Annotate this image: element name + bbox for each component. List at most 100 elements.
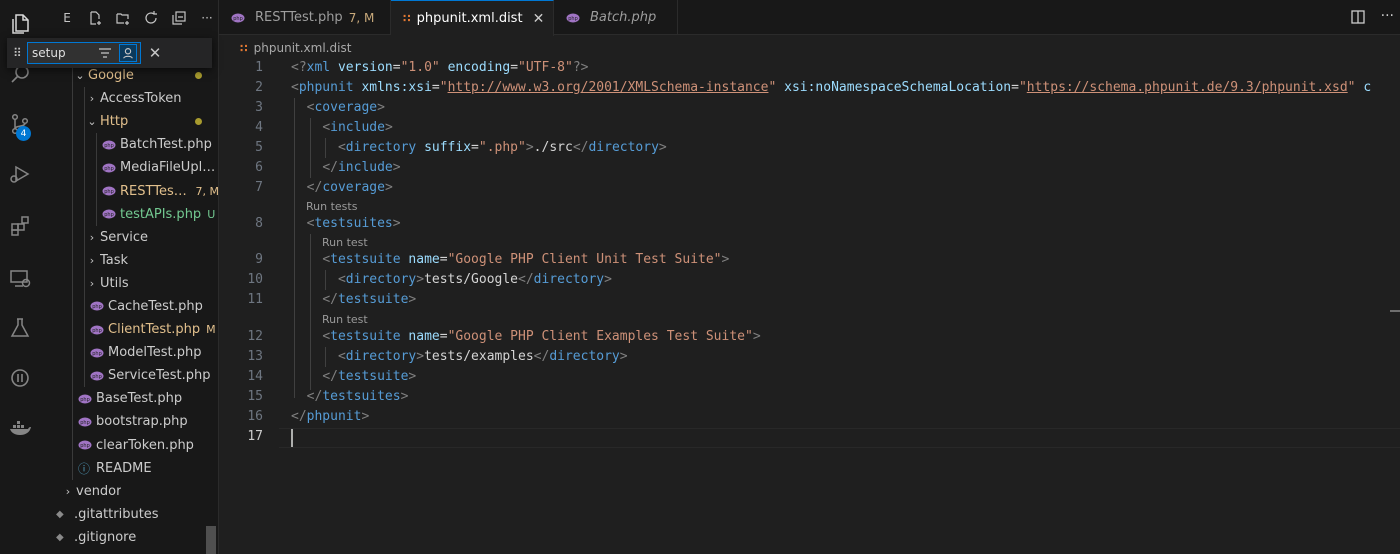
chevron-right-icon[interactable]: › — [84, 277, 100, 290]
php-icon: php — [90, 301, 108, 311]
indent-guide — [72, 87, 73, 111]
codelens-run-test[interactable]: Run test — [322, 312, 368, 328]
chevron-right-icon[interactable]: › — [84, 92, 100, 105]
indent-guide — [72, 341, 73, 365]
code-line: <testsuites> — [306, 216, 401, 231]
code-line: </phpunit> — [291, 409, 370, 424]
refresh-icon[interactable] — [142, 9, 160, 27]
tree-item-label: BatchTest.php — [120, 137, 212, 153]
tree-item-label: RESTTest.... — [120, 183, 190, 199]
tree-item-clienttest[interactable]: php ClientTest.php M — [40, 318, 218, 342]
tab-batch[interactable]: php Batch.php — [554, 0, 678, 35]
tree-item-resttest[interactable]: php RESTTest.... 7, M — [40, 179, 218, 203]
chevron-down-icon[interactable]: ⌄ — [72, 69, 88, 82]
source-control-icon[interactable]: 4 — [0, 104, 40, 144]
tree-item-testapis[interactable]: php testAPIs.php U — [40, 202, 218, 226]
sidebar-scrollbar[interactable] — [206, 526, 216, 554]
file-tree: ⌄ Google › AccessToken ⌄ Http php BatchTest.php… — [40, 64, 218, 549]
chevron-down-icon[interactable]: ⌄ — [84, 115, 100, 128]
remote-explorer-icon[interactable] — [0, 258, 40, 298]
svg-text:php: php — [92, 351, 102, 357]
chevron-right-icon[interactable]: › — [60, 485, 76, 498]
indent-guide — [84, 271, 85, 295]
modified-dot-icon — [195, 118, 202, 126]
find-box — [27, 42, 141, 64]
tree-item-bootstrap[interactable]: php bootstrap.php — [40, 410, 218, 434]
tab-decoration: 7, M — [348, 10, 375, 25]
find-close-icon[interactable]: ✕ — [147, 44, 163, 62]
code-line: <?xml version="1.0" encoding="UTF-8"?> — [291, 60, 589, 75]
tab-close-icon[interactable]: ✕ — [533, 11, 545, 27]
tree-item-modeltest[interactable]: php ModelTest.php — [40, 341, 218, 365]
filter-icon[interactable] — [97, 45, 113, 61]
new-folder-icon[interactable] — [114, 9, 132, 27]
more-actions-icon[interactable]: ··· — [1381, 8, 1394, 24]
chevron-right-icon[interactable]: › — [84, 254, 100, 267]
tree-item-task[interactable]: › Task — [40, 248, 218, 272]
tree-item-readme[interactable]: ⓘ README — [40, 456, 218, 480]
tree-item-mediafileupload[interactable]: php MediaFileUpload... — [40, 156, 218, 180]
extensions-icon[interactable] — [0, 206, 40, 246]
line-number: 10 — [247, 272, 263, 287]
indent-guide — [96, 202, 97, 226]
php-debug-icon[interactable] — [0, 358, 40, 398]
line-number: 5 — [255, 140, 263, 155]
indent-guide — [84, 156, 85, 180]
line-number: 3 — [255, 100, 263, 115]
code-editor[interactable]: 1 2 3 4 5 6 7 8 9 10 11 12 13 14 15 16 1… — [219, 58, 1400, 554]
tree-item-label: README — [96, 460, 152, 476]
tab-resttest[interactable]: php RESTTest.php 7, M — [219, 0, 391, 35]
code-line: </testsuite> — [322, 369, 417, 384]
drag-handle-icon[interactable]: ⠿ — [13, 46, 22, 60]
indent-guide — [84, 318, 85, 342]
docker-icon[interactable] — [0, 408, 40, 448]
more-actions-icon[interactable]: ··· — [198, 9, 216, 27]
tree-item-accesstoken[interactable]: › AccessToken — [40, 87, 218, 111]
tree-item-basetest[interactable]: php BaseTest.php — [40, 387, 218, 411]
svg-text:php: php — [92, 304, 102, 310]
split-editor-icon[interactable] — [1350, 9, 1366, 25]
editor-scrollbar[interactable] — [1386, 58, 1400, 554]
run-debug-icon[interactable] — [0, 154, 40, 194]
new-file-icon[interactable] — [86, 9, 104, 27]
chevron-right-icon[interactable]: › — [84, 231, 100, 244]
rss-icon: ∷ — [240, 41, 248, 55]
svg-text:php: php — [104, 166, 114, 172]
tree-item-servicetest[interactable]: php ServiceTest.php — [40, 364, 218, 388]
tree-item-label: bootstrap.php — [96, 414, 188, 430]
tree-item-utils[interactable]: › Utils — [40, 271, 218, 295]
editor-tabs: php RESTTest.php 7, M ∷ phpunit.xml.dist… — [219, 0, 1400, 36]
testing-icon[interactable] — [0, 308, 40, 348]
fuzzy-match-icon[interactable] — [119, 44, 137, 62]
tree-item-cleartoken[interactable]: php clearToken.php — [40, 433, 218, 457]
line-number: 15 — [247, 389, 263, 404]
svg-text:php: php — [104, 143, 114, 149]
tree-item-gitattributes[interactable]: ◆ .gitattributes — [40, 503, 218, 526]
tree-item-label: ServiceTest.php — [108, 368, 211, 384]
tree-item-cachetest[interactable]: php CacheTest.php — [40, 294, 218, 319]
info-icon: ⓘ — [78, 461, 91, 476]
tree-item-label: ClientTest.php — [108, 322, 201, 338]
explorer-title: E — [63, 11, 71, 25]
collapse-all-icon[interactable] — [170, 9, 188, 27]
php-icon: php — [566, 13, 584, 23]
tab-phpunit[interactable]: ∷ phpunit.xml.dist ✕ — [391, 0, 554, 36]
explorer-sidebar: E ··· ⌄ Google › AccessToken ⌄ Http php BatchTe… — [40, 0, 219, 554]
breadcrumb-file[interactable]: phpunit.xml.dist — [254, 41, 352, 55]
tree-item-label: BaseTest.php — [96, 391, 183, 407]
breadcrumb[interactable]: ∷ phpunit.xml.dist — [240, 40, 351, 56]
tree-item-batchtest[interactable]: php BatchTest.php — [40, 133, 218, 157]
git-status-badge: U — [207, 207, 216, 221]
tree-item-vendor[interactable]: › vendor — [40, 480, 218, 503]
tree-item-http[interactable]: ⌄ Http — [40, 110, 218, 134]
tree-item-label: Google — [88, 68, 134, 84]
codelens-run-tests[interactable]: Run tests — [306, 199, 357, 215]
indent-guide — [72, 318, 73, 342]
indent-guide — [72, 294, 73, 319]
source-control-badge: 4 — [16, 126, 31, 141]
tree-item-gitignore[interactable]: ◆ .gitignore — [40, 526, 218, 549]
git-file-icon: ◆ — [56, 531, 64, 543]
tree-item-service[interactable]: › Service — [40, 225, 218, 249]
codelens-run-test[interactable]: Run test — [322, 235, 368, 251]
line-number: 6 — [255, 160, 263, 175]
